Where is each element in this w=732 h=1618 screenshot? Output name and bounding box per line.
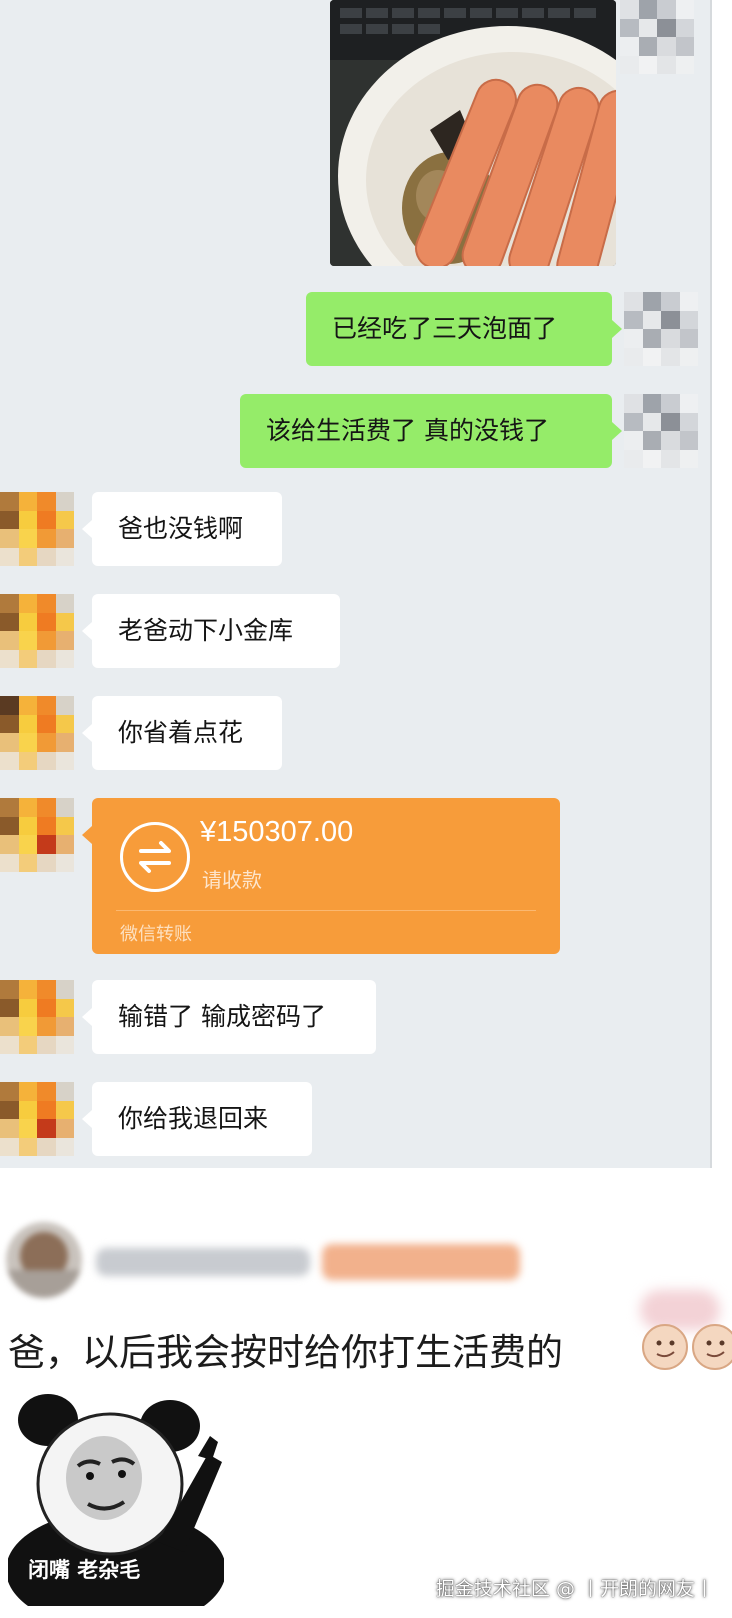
exchange-arrows-icon [120, 822, 190, 892]
meme-caption: 闭嘴 老杂毛 [28, 1558, 141, 1582]
bubble-tail [82, 520, 92, 538]
my-avatar[interactable] [624, 292, 698, 366]
bubble-tail [82, 1110, 92, 1128]
commenter-avatar[interactable] [6, 1222, 82, 1298]
transfer-service-label: 微信转账 [120, 924, 192, 945]
dad-avatar[interactable] [0, 492, 74, 566]
dad-avatar[interactable] [0, 980, 74, 1054]
dad-avatar[interactable] [0, 798, 74, 872]
my-avatar[interactable] [620, 0, 694, 74]
bubble-tail [82, 622, 92, 640]
message-bubble-incoming[interactable]: 爸也没钱啊 [92, 492, 282, 566]
my-avatar[interactable] [624, 394, 698, 468]
bowl-photo-icon [330, 0, 616, 266]
dad-avatar[interactable] [0, 594, 74, 668]
bubble-tail [82, 724, 92, 742]
message-bubble-incoming[interactable]: 老爸动下小金库 [92, 594, 340, 668]
smirk-face-emoji [692, 1324, 732, 1370]
comment-text: 爸，以后我会按时给你打生活费的 [8, 1331, 563, 1374]
commenter-name-blurred [96, 1248, 310, 1276]
divider [116, 910, 536, 911]
commenter-tag-blurred [322, 1244, 520, 1280]
bubble-tail [612, 422, 622, 440]
transfer-amount: ¥150307.00 [200, 816, 354, 848]
photo-message[interactable] [330, 0, 616, 266]
watermark: 掘金技术社区 @ 丨开朗的网友丨 [435, 1578, 714, 1600]
message-bubble-incoming[interactable]: 你给我退回来 [92, 1082, 312, 1156]
dad-avatar[interactable] [0, 696, 74, 770]
bubble-tail [82, 826, 92, 844]
message-bubble-incoming[interactable]: 输错了 输成密码了 [92, 980, 376, 1054]
bubble-tail [82, 1008, 92, 1026]
smirk-face-emoji [642, 1324, 688, 1370]
transfer-status: 请收款 [202, 868, 262, 892]
dad-avatar[interactable] [0, 1082, 74, 1156]
message-bubble-outgoing[interactable]: 已经吃了三天泡面了 [306, 292, 612, 366]
wechat-transfer-card[interactable]: ¥150307.00 请收款 微信转账 [92, 798, 560, 954]
chat-window: 已经吃了三天泡面了 该给生活费了 真的没钱了 爸也没钱啊 老爸动下小金库 你省着… [0, 0, 712, 1168]
message-bubble-incoming[interactable]: 你省着点花 [92, 696, 282, 770]
message-bubble-outgoing[interactable]: 该给生活费了 真的没钱了 [240, 394, 612, 468]
bubble-tail [612, 320, 622, 338]
